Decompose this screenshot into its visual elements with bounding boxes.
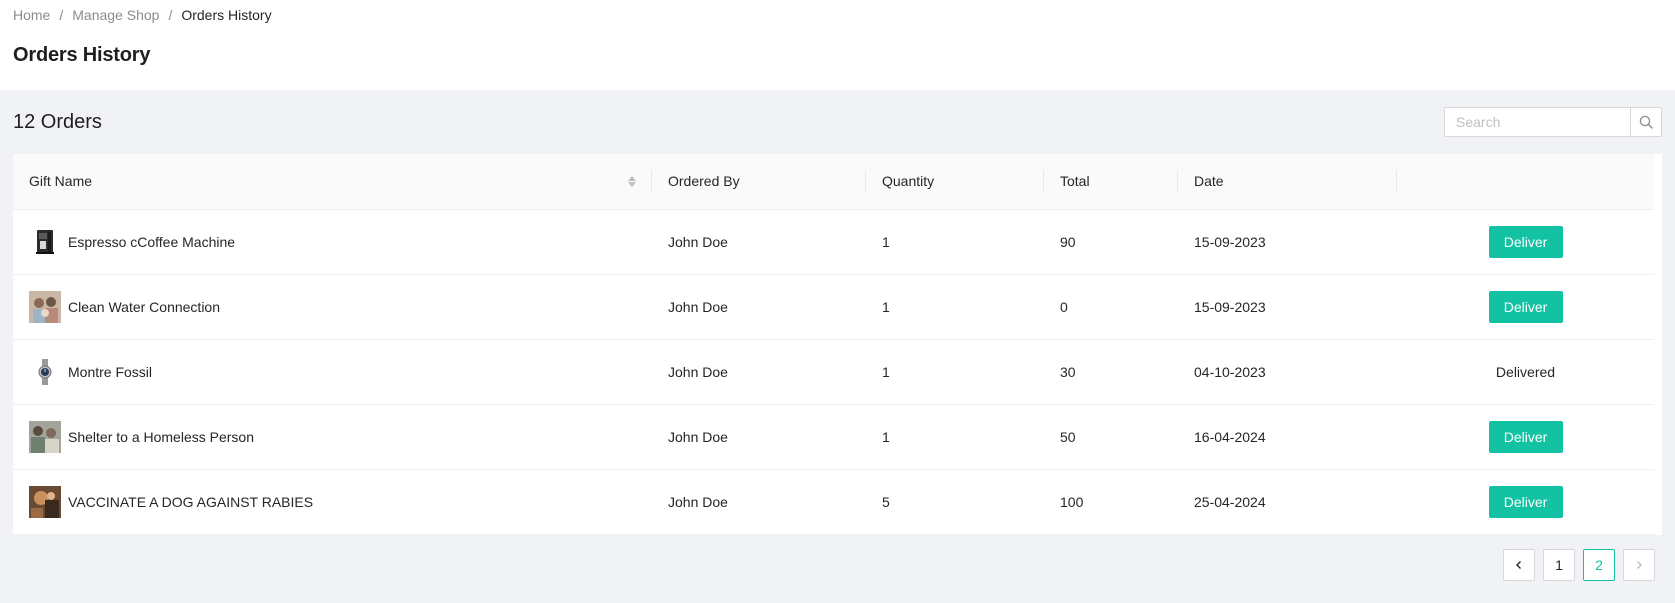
column-header-label: Total [1060,173,1090,190]
watch-image [29,356,61,388]
gift-name: Montre Fossil [68,363,153,380]
table-row: Shelter to a Homeless Person John Doe 1 … [13,404,1654,470]
family-photo-image [29,420,61,453]
gift-name: VACCINATE A DOG AGAINST RABIES [68,493,314,510]
breadcrumb-separator: / [59,7,64,23]
table-header-row: Gift Name Ordered By Quantity Total Date [13,154,1654,210]
column-header-ordered-by: Ordered By [652,154,866,210]
ordered-by-cell: John Doe [652,209,866,275]
column-header-label: Gift Name [29,173,93,190]
ordered-by-cell: John Doe [652,469,866,535]
deliver-button[interactable]: Deliver [1488,420,1563,453]
sort-ascending-icon [628,175,636,181]
gift-name-cell: Espresso cCoffee Machine [13,209,652,275]
deliver-button[interactable]: Deliver [1488,290,1563,323]
pagination: 1 2 [1503,549,1655,581]
breadcrumb-manage-shop[interactable]: Manage Shop [72,7,159,23]
table-row: VACCINATE A DOG AGAINST RABIES John Doe … [13,469,1654,535]
gift-name: Shelter to a Homeless Person [68,428,254,445]
people-photo-image [29,290,61,323]
table-row: Montre Fossil John Doe 1 30 04-10-2023 D… [13,339,1654,405]
column-header-quantity: Quantity [866,154,1044,210]
column-header-date: Date [1178,154,1397,210]
chevron-right-icon [1637,561,1642,569]
breadcrumb-home[interactable]: Home [13,7,50,23]
pagination-prev-button[interactable] [1503,549,1535,581]
chevron-left-icon [1516,561,1521,569]
gift-name: Espresso cCoffee Machine [68,233,236,250]
sort-icon[interactable] [628,175,636,187]
gift-name: Clean Water Connection [68,298,221,315]
page-header: Home / Manage Shop / Orders History Orde… [0,0,1675,90]
total-cell: 50 [1044,404,1178,470]
total-cell: 0 [1044,274,1178,340]
breadcrumb-current: Orders History [181,7,272,23]
ordered-by-cell: John Doe [652,404,866,470]
column-header-total: Total [1044,154,1178,210]
total-cell: 100 [1044,469,1178,535]
search-button[interactable] [1630,107,1662,137]
quantity-cell: 5 [866,469,1044,535]
date-cell: 25-04-2024 [1178,469,1397,535]
date-cell: 16-04-2024 [1178,404,1397,470]
column-header-action [1397,154,1654,210]
pagination-page-2[interactable]: 2 [1583,549,1615,581]
delivered-status: Delivered [1495,363,1556,380]
breadcrumb: Home / Manage Shop / Orders History [13,7,1662,23]
column-header-label: Ordered By [668,173,740,190]
sort-descending-icon [628,181,636,187]
pagination-page-1[interactable]: 1 [1543,549,1575,581]
main-content: 12 Orders Search Gift Name Ordered By Qu… [0,90,1675,603]
deliver-button[interactable]: Deliver [1488,225,1563,258]
table-row: Espresso cCoffee Machine John Doe 1 90 1… [13,209,1654,275]
date-cell: 15-09-2023 [1178,274,1397,340]
coffee-machine-image [29,226,61,258]
deliver-button[interactable]: Deliver [1488,485,1563,518]
column-header-gift-name[interactable]: Gift Name [13,154,652,210]
action-cell: Deliver [1397,209,1654,275]
column-header-label: Date [1194,173,1224,190]
total-cell: 30 [1044,339,1178,405]
pagination-next-button[interactable] [1623,549,1655,581]
action-cell: Deliver [1397,404,1654,470]
quantity-cell: 1 [866,274,1044,340]
page-title: Orders History [13,44,151,66]
gift-name-cell: VACCINATE A DOG AGAINST RABIES [13,469,652,535]
ordered-by-cell: John Doe [652,274,866,340]
date-cell: 04-10-2023 [1178,339,1397,405]
gift-name-cell: Clean Water Connection [13,274,652,340]
table-row: Clean Water Connection John Doe 1 0 15-0… [13,274,1654,340]
dog-photo-image [29,485,61,518]
quantity-cell: 1 [866,209,1044,275]
orders-count: 12 Orders [13,110,102,133]
action-cell: Deliver [1397,469,1654,535]
search-group [1444,107,1662,137]
search-icon [1639,115,1653,129]
orders-table: Gift Name Ordered By Quantity Total Date… [13,154,1654,535]
quantity-cell: 1 [866,404,1044,470]
total-cell: 90 [1044,209,1178,275]
table-toolbar: 12 Orders [13,90,1662,154]
ordered-by-cell: John Doe [652,339,866,405]
gift-name-cell: Shelter to a Homeless Person [13,404,652,470]
search-input[interactable] [1444,107,1630,137]
gift-name-cell: Montre Fossil [13,339,652,405]
action-cell: Deliver [1397,274,1654,340]
date-cell: 15-09-2023 [1178,209,1397,275]
action-cell: Delivered [1397,339,1654,405]
orders-table-container: Gift Name Ordered By Quantity Total Date… [13,154,1662,535]
breadcrumb-separator: / [168,7,173,23]
quantity-cell: 1 [866,339,1044,405]
column-header-label: Quantity [882,173,935,190]
